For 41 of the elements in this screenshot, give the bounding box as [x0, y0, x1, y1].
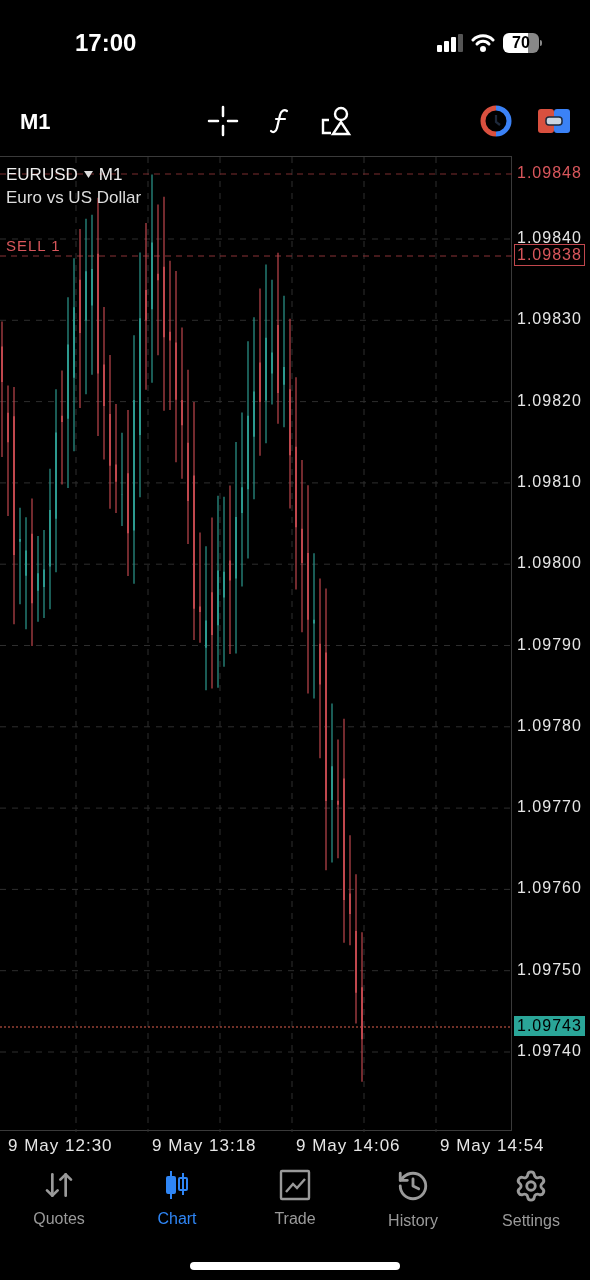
price-label: 1.09780 — [516, 715, 583, 736]
tab[interactable]: Chart — [118, 1169, 236, 1251]
function-icon[interactable] — [269, 107, 291, 135]
time-label: 9 May 14:54 — [439, 1135, 546, 1158]
price-label: 1.09830 — [516, 309, 583, 330]
clock-toggle-icon[interactable] — [480, 105, 512, 137]
caret-icon[interactable] — [83, 171, 93, 179]
tab[interactable]: History — [354, 1169, 472, 1251]
tab[interactable]: Quotes — [0, 1169, 118, 1251]
price-label: 1.09848 — [516, 163, 583, 183]
price-label: 1.09750 — [516, 959, 583, 980]
candlestick-icon — [163, 1169, 191, 1201]
timeframe-button[interactable]: M1 — [20, 104, 140, 138]
price-label: 1.09838 — [514, 244, 585, 266]
price-label: 1.09790 — [516, 634, 583, 655]
price-label: 1.09810 — [516, 471, 583, 492]
tab[interactable]: Settings — [472, 1169, 590, 1251]
symbol-description: Euro vs US Dollar — [6, 187, 142, 209]
time-label: 9 May 14:06 — [295, 1135, 402, 1158]
clock-time: 17:00 — [75, 28, 137, 58]
time-label: 9 May 13:18 — [151, 1135, 258, 1158]
symbol-name[interactable]: EURUSD — [6, 162, 78, 188]
symbol-timeframe: M1 — [98, 164, 123, 186]
order-label: SELL 1 — [6, 236, 61, 256]
tab[interactable]: Trade — [236, 1169, 354, 1251]
signal-icon — [437, 34, 463, 52]
crosshair-icon[interactable] — [207, 105, 239, 137]
price-label: 1.09743 — [514, 1016, 585, 1036]
price-label: 1.09820 — [516, 390, 583, 411]
price-label: 1.09760 — [516, 878, 583, 899]
line-chart-icon — [279, 1169, 311, 1201]
wifi-icon — [471, 34, 495, 52]
history-icon — [396, 1169, 430, 1203]
shapes-icon[interactable] — [321, 106, 353, 136]
battery-indicator: 70 — [503, 33, 542, 53]
price-label: 1.09800 — [516, 553, 583, 574]
time-label: 9 May 12:30 — [7, 1135, 114, 1158]
toggle-icon[interactable] — [538, 109, 570, 133]
price-label: 1.09740 — [516, 1041, 583, 1061]
price-label: 1.09770 — [516, 797, 583, 818]
settings-icon — [514, 1169, 548, 1203]
